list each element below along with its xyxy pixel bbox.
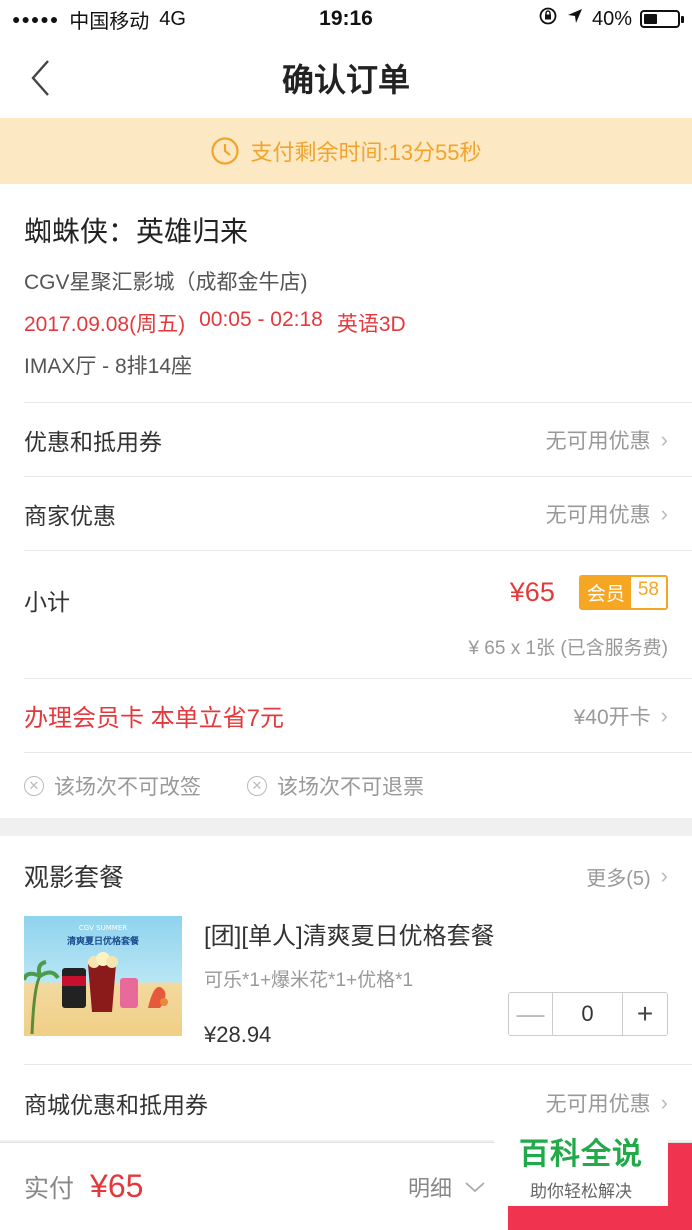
rotation-lock-icon <box>538 6 558 32</box>
watermark-logo: 百科全说 助你轻松解决 <box>494 1124 668 1206</box>
combo-name: [团][单人]清爽夏日优格套餐 <box>204 923 495 950</box>
battery-text: 40% <box>591 7 632 30</box>
watermark-subtitle: 助你轻松解决 <box>530 1181 632 1201</box>
mall-coupon-label: 商城优惠和抵用券 <box>24 1091 208 1118</box>
combo-desc: 可乐*1+爆米花*1+优格*1 <box>204 970 414 991</box>
battery-level <box>644 14 657 24</box>
decrease-button[interactable]: — <box>509 993 553 1035</box>
policy-row: ✕ 该场次不可改签 ✕ 该场次不可退票 <box>24 752 692 818</box>
member-card-label: 办理会员卡 本单立省7元 <box>24 705 285 732</box>
merchant-value-wrap: 无可用优惠 › <box>546 499 668 529</box>
page-title: 确认订单 <box>281 62 410 98</box>
detail-button[interactable]: 明细 <box>408 1171 486 1203</box>
no-refund-policy: ✕ 该场次不可退票 <box>247 771 424 801</box>
status-left: ●●●●● 中国移动 4G <box>12 5 186 34</box>
detail-text: 明细 <box>408 1176 453 1201</box>
combo-more-text: 更多(5) <box>586 867 651 890</box>
merchant-label: 商家优惠 <box>24 502 116 529</box>
subtotal-label: 小计 <box>24 589 70 615</box>
combo-title: 观影套餐 <box>24 864 125 892</box>
merchant-value: 无可用优惠 <box>545 503 651 527</box>
section-gap <box>0 818 692 836</box>
chevron-down-icon <box>465 1182 485 1193</box>
status-right: 40% <box>538 6 684 32</box>
cinema-name: CGV星聚汇影城（成都金牛店) <box>24 271 308 294</box>
subtotal-price: ¥65 <box>509 577 555 607</box>
show-time: 00:05 - 02:18 <box>199 308 323 331</box>
carrier-name: 中国移动 <box>69 10 150 33</box>
nav-bar: 确认订单 <box>0 38 692 118</box>
member-card-value: ¥40开卡 <box>573 705 651 729</box>
battery-icon <box>640 10 684 28</box>
x-circle-icon: ✕ <box>247 775 267 796</box>
timer-text: 支付剩余时间:13分55秒 <box>250 140 482 165</box>
combo-section: 观影套餐 更多(5) › CGV SUMMER 清爽夏日优格套餐 [团][单人]… <box>0 836 692 1140</box>
x-circle-icon: ✕ <box>24 775 44 796</box>
chevron-right-icon: › <box>660 863 668 888</box>
chevron-right-icon: › <box>660 702 668 728</box>
member-badge-label: 会员 <box>580 577 631 608</box>
coupon-value-wrap: 无可用优惠 › <box>546 425 668 455</box>
coupon-value: 无可用优惠 <box>545 429 651 453</box>
payment-timer-banner: 支付剩余时间:13分55秒 <box>0 118 692 184</box>
hall-seat: IMAX厅 - 8排14座 <box>24 355 193 378</box>
back-button[interactable] <box>20 56 60 100</box>
order-card: 蜘蛛侠：英雄归来 CGV星聚汇影城（成都金牛店) 2017.09.08(周五) … <box>0 184 692 818</box>
combo-item: CGV SUMMER 清爽夏日优格套餐 [团][单人]清爽夏日优格套餐 可乐*1… <box>0 916 692 1064</box>
chevron-right-icon: › <box>660 1089 668 1115</box>
member-price-badge: 会员 58 <box>578 575 668 610</box>
increase-button[interactable]: + <box>623 993 667 1035</box>
chevron-right-icon: › <box>660 426 668 452</box>
status-bar: ●●●●● 中国移动 4G 19:16 40% <box>0 0 692 38</box>
coupon-label: 优惠和抵用券 <box>24 428 162 455</box>
quantity-value[interactable]: 0 <box>553 993 623 1035</box>
signal-icon: ●●●●● <box>12 11 60 27</box>
subtotal-prices: ¥65 会员 58 <box>510 575 668 610</box>
location-icon <box>566 7 584 31</box>
no-change-policy: ✕ 该场次不可改签 <box>24 771 201 801</box>
no-change-text: 该场次不可改签 <box>54 775 201 799</box>
combo-image-text: 清爽夏日优格套餐 <box>67 935 140 947</box>
movie-info: 蜘蛛侠：英雄归来 CGV星聚汇影城（成都金牛店) 2017.09.08(周五) … <box>0 184 692 402</box>
combo-illustration: CGV SUMMER 清爽夏日优格套餐 <box>24 924 168 1035</box>
show-version: 英语3D <box>336 313 406 336</box>
chevron-left-icon <box>31 60 49 96</box>
member-badge-price: 58 <box>630 577 666 608</box>
mall-coupon-value: 无可用优惠 <box>545 1092 651 1116</box>
coupon-row[interactable]: 优惠和抵用券 无可用优惠 › <box>24 402 692 476</box>
subtotal-row: 小计 ¥65 会员 58 ¥ 65 x 1张 (已含服务费) <box>24 550 692 678</box>
watermark-title: 百科全说 <box>519 1137 643 1171</box>
movie-title: 蜘蛛侠：英雄归来 <box>24 216 249 247</box>
combo-image[interactable]: CGV SUMMER 清爽夏日优格套餐 <box>24 916 182 1036</box>
clock-icon <box>211 137 240 165</box>
member-card-value-wrap: ¥40开卡 › <box>574 701 668 731</box>
quantity-stepper: — 0 + <box>508 992 668 1036</box>
combo-header: 观影套餐 更多(5) › <box>0 836 692 916</box>
subtotal-note: ¥ 65 x 1张 (已含服务费) <box>468 638 668 659</box>
chevron-right-icon: › <box>660 500 668 526</box>
merchant-discount-row[interactable]: 商家优惠 无可用优惠 › <box>24 476 692 550</box>
pay-amount: ¥65 <box>90 1168 144 1204</box>
no-refund-text: 该场次不可退票 <box>277 775 424 799</box>
member-card-row[interactable]: 办理会员卡 本单立省7元 ¥40开卡 › <box>24 678 692 752</box>
combo-more-link[interactable]: 更多(5) › <box>586 862 668 891</box>
mall-coupon-value-wrap: 无可用优惠 › <box>546 1088 668 1118</box>
network-type: 4G <box>159 7 186 30</box>
show-date: 2017.09.08(周五) <box>24 313 186 336</box>
combo-image-subtext: CGV SUMMER <box>79 924 127 932</box>
showtime: 2017.09.08(周五) 00:05 - 02:18 英语3D <box>24 308 668 338</box>
pay-label: 实付 <box>24 1174 75 1203</box>
